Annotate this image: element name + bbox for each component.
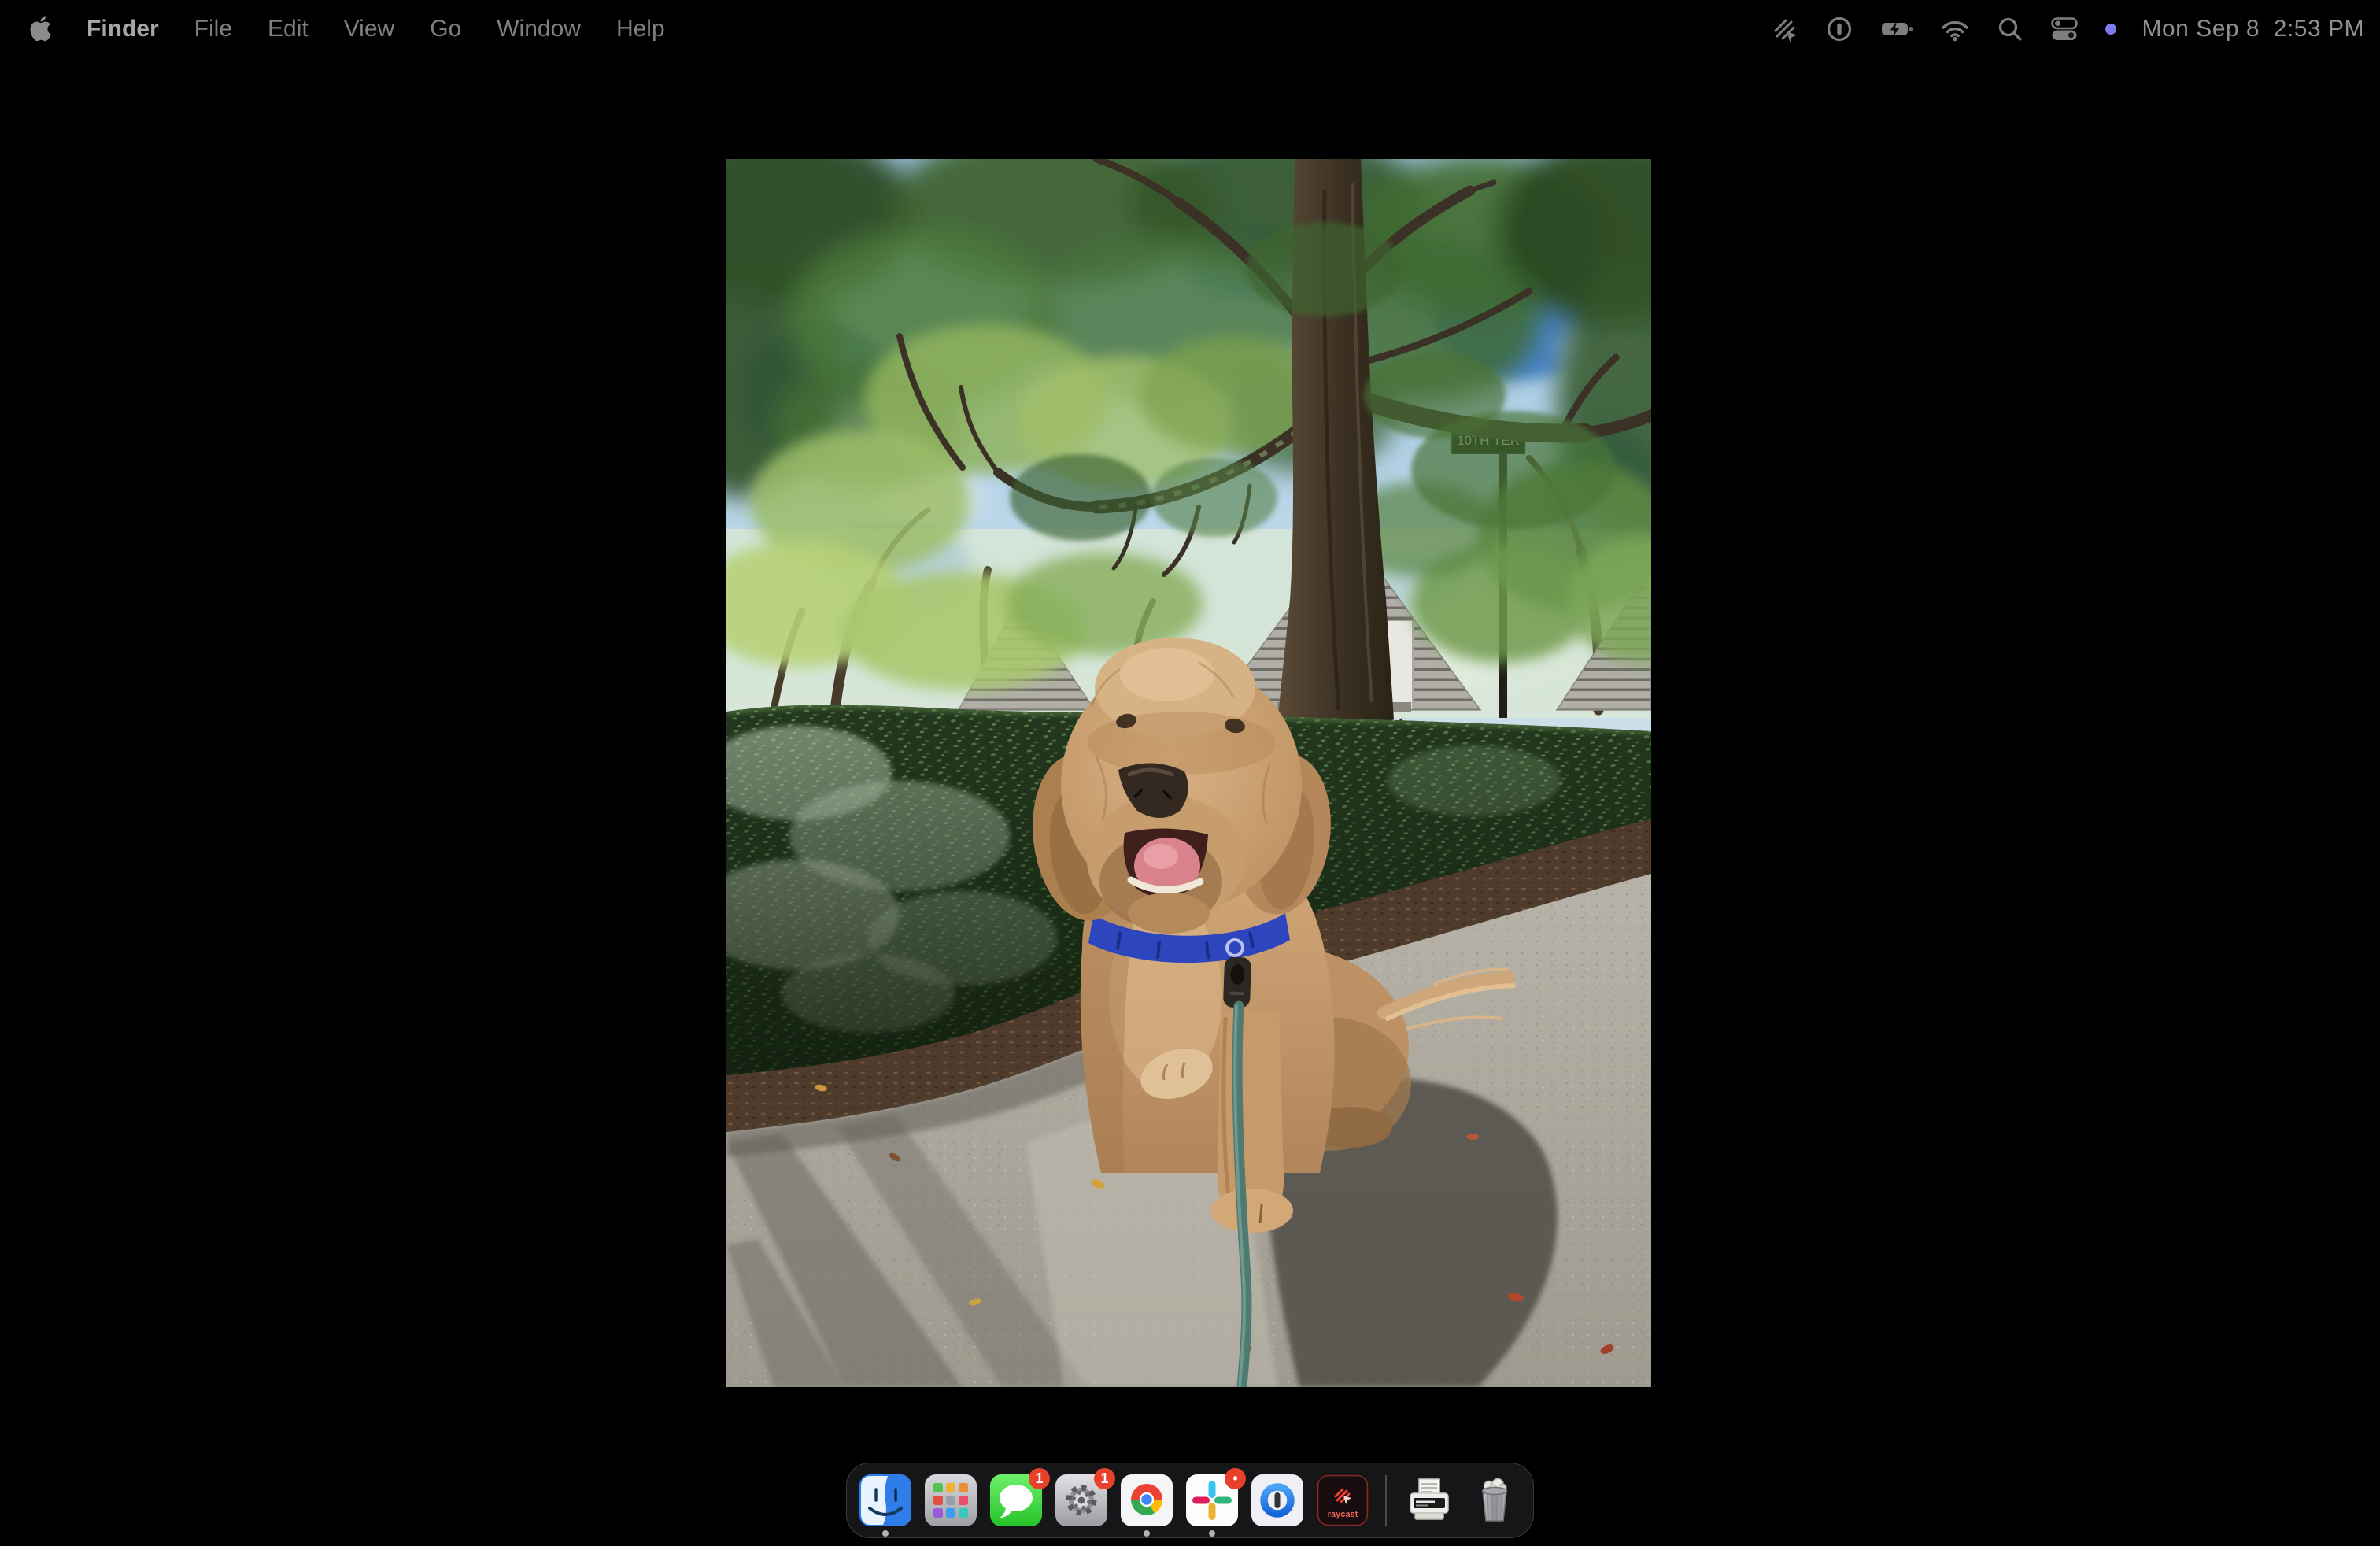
menubar-clock[interactable]: Mon Sep 8 2:53 PM [2142,16,2365,43]
running-indicator [1144,1530,1150,1537]
dock-item-printer[interactable] [1403,1474,1455,1526]
onepassword-menubar-icon[interactable] [1824,14,1854,44]
apple-menu[interactable] [30,16,51,42]
running-indicator [882,1530,889,1537]
trash-full-icon [1469,1474,1521,1526]
dock-item-system-settings[interactable]: 1 [1055,1474,1107,1526]
battery-charging-icon[interactable] [1879,14,1914,44]
dock-item-finder[interactable] [859,1474,911,1526]
printer-icon [1403,1474,1455,1526]
menu-help[interactable]: Help [616,16,665,43]
dock-item-messages[interactable]: 1 [990,1474,1042,1526]
control-center-icon[interactable] [2049,14,2079,44]
menu-bar: Finder File Edit View Go Window Help [0,0,2380,57]
dock-item-raycast[interactable]: raycast [1317,1474,1369,1526]
menu-go[interactable]: Go [430,16,461,43]
photo-preview[interactable]: 10TH TER [726,159,1651,1387]
menu-bar-left: Finder File Edit View Go Window Help [30,16,665,43]
dog-front-paw [1211,1189,1293,1233]
dock-item-chrome[interactable] [1121,1474,1173,1526]
spotlight-search-icon[interactable] [1996,15,2024,43]
notification-badge: 1 [1094,1468,1115,1489]
running-indicator [1209,1530,1215,1537]
menu-bar-status: Mon Sep 8 2:53 PM [1769,14,2365,44]
notification-badge: 1 [1029,1468,1050,1489]
notification-badge: • [1225,1468,1246,1489]
focus-indicator-dot [2105,23,2117,35]
dog-photo: 10TH TER [726,159,1651,1387]
menu-edit[interactable]: Edit [268,16,309,43]
desktop: Finder File Edit View Go Window Help [0,0,2380,1546]
finder-icon [859,1474,911,1526]
apple-logo-icon [30,16,51,42]
dock-item-trash[interactable] [1469,1474,1521,1526]
dock: 1 1 [846,1463,1534,1538]
dock-item-slack[interactable]: • [1186,1474,1238,1526]
raycast-wordmark: raycast [1328,1510,1358,1519]
dock-divider [1385,1475,1387,1526]
menu-window[interactable]: Window [497,16,581,43]
leash-clip [1223,956,1251,1008]
onepassword-icon [1251,1474,1303,1526]
menu-view[interactable]: View [344,16,394,43]
menu-file[interactable]: File [194,16,232,43]
raycast-menubar-icon[interactable] [1769,14,1799,44]
dock-item-launchpad[interactable] [925,1474,977,1526]
raycast-icon: raycast [1317,1474,1369,1526]
launchpad-icon [925,1474,977,1526]
chrome-icon [1121,1474,1173,1526]
wifi-icon[interactable] [1939,14,1971,44]
app-menu-finder[interactable]: Finder [87,16,159,43]
dock-item-1password[interactable] [1251,1474,1303,1526]
